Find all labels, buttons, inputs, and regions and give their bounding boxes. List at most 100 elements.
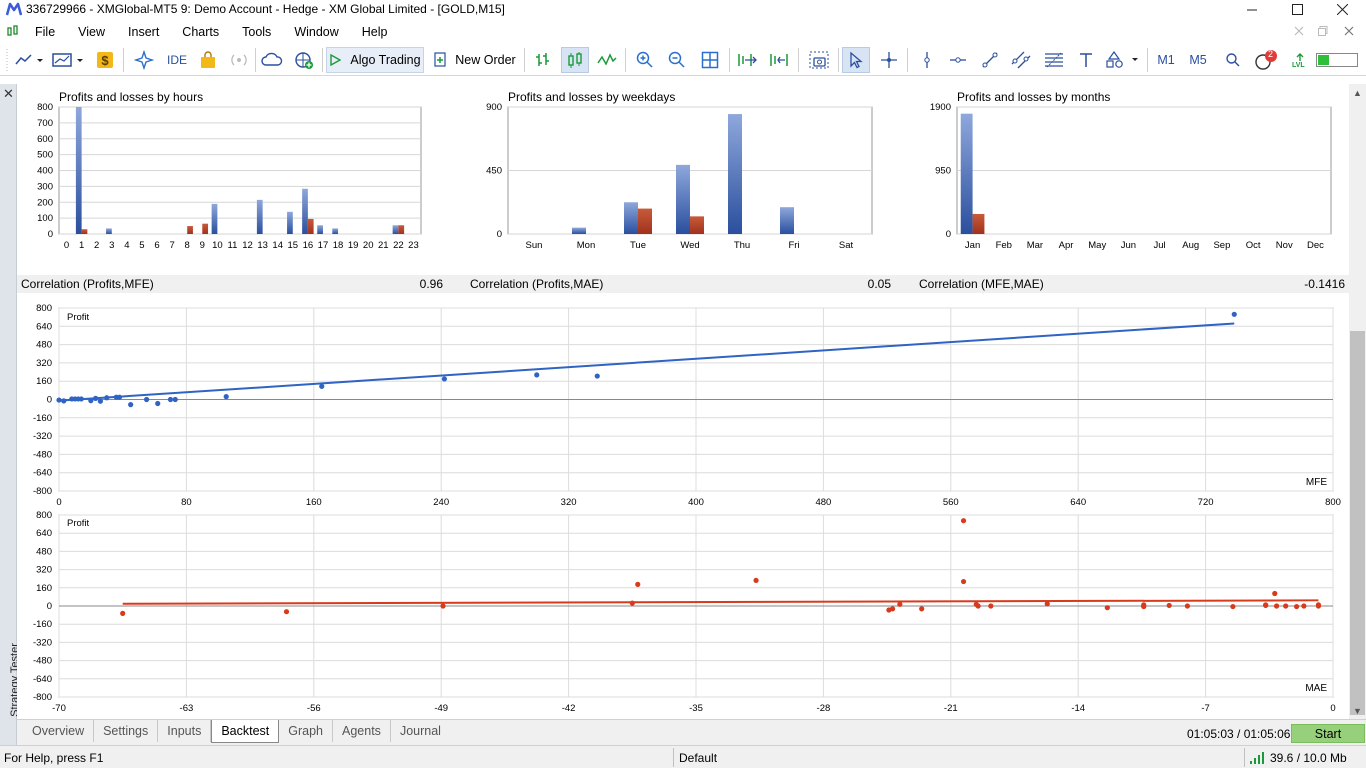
mae-ytick-label: -480 xyxy=(33,656,52,667)
months-xtick-label: Jul xyxy=(1154,240,1166,251)
line-chart-button[interactable] xyxy=(594,47,620,73)
menu-view[interactable]: View xyxy=(69,19,114,43)
text-button[interactable] xyxy=(1073,47,1099,73)
weekdays-loss-bar xyxy=(638,208,652,234)
tab-settings[interactable]: Settings xyxy=(94,720,159,742)
status-separator xyxy=(673,748,674,767)
fibonacci-button[interactable] xyxy=(1041,47,1067,73)
vertical-line-button[interactable] xyxy=(914,47,940,73)
tab-journal[interactable]: Journal xyxy=(391,720,450,742)
candlestick-button[interactable] xyxy=(561,47,589,73)
vps-button[interactable] xyxy=(259,47,285,73)
chart-type-button[interactable] xyxy=(12,47,46,73)
tile-windows-button[interactable] xyxy=(697,47,723,73)
hours-profit-bar xyxy=(75,107,82,234)
market-button[interactable]: $ xyxy=(92,47,118,73)
screenshot-button[interactable] xyxy=(806,47,832,73)
hours-ytick-label: 300 xyxy=(37,181,53,192)
months-xtick-label: Jan xyxy=(965,240,980,251)
mae-point xyxy=(283,609,290,615)
signals-button[interactable] xyxy=(130,47,158,73)
tab-inputs[interactable]: Inputs xyxy=(158,720,212,742)
tab-backtest[interactable]: Backtest xyxy=(211,720,280,743)
scroll-down-icon[interactable]: ▼ xyxy=(1349,702,1366,719)
chart-window-icon xyxy=(7,25,18,36)
menu-window[interactable]: Window xyxy=(285,19,347,43)
tab-overview[interactable]: Overview xyxy=(23,720,95,742)
corr-profit-mfe-label: Correlation (Profits,MFE) xyxy=(21,277,154,291)
vertical-scrollbar[interactable]: ▲ ▼ xyxy=(1349,84,1366,719)
sparkle-icon xyxy=(134,50,154,70)
web-button[interactable] xyxy=(290,47,318,73)
corr-mfe-mae-label: Correlation (MFE,MAE) xyxy=(919,277,1044,291)
scroll-thumb[interactable] xyxy=(1350,331,1365,715)
close-chart-icon[interactable] xyxy=(1344,26,1354,36)
maximize-button[interactable] xyxy=(1275,0,1320,19)
menu-insert[interactable]: Insert xyxy=(119,19,168,43)
menu-charts[interactable]: Charts xyxy=(173,19,228,43)
broadcast-button[interactable] xyxy=(226,47,252,73)
elapsed-time: 01:05:03 / 01:05:06 xyxy=(1187,727,1291,741)
connection-meter xyxy=(1315,47,1359,73)
menu-file[interactable]: File xyxy=(26,19,64,43)
connection-bar-icon xyxy=(1316,53,1358,67)
menu-tools[interactable]: Tools xyxy=(233,19,280,43)
mae-ytick-label: 480 xyxy=(36,546,52,557)
mfe-point xyxy=(128,402,134,408)
mae-point xyxy=(440,603,446,609)
bar-chart-button[interactable] xyxy=(530,47,556,73)
chart-shift-button[interactable] xyxy=(766,47,792,73)
algo-trading-button[interactable]: Algo Trading xyxy=(326,47,424,73)
menu-help[interactable]: Help xyxy=(353,19,397,43)
templates-button[interactable] xyxy=(50,47,86,73)
bars-icon xyxy=(536,53,549,66)
hours-xtick-label: 8 xyxy=(185,240,190,251)
close-tester-icon[interactable]: ✕ xyxy=(3,86,14,102)
zoom-in-button[interactable] xyxy=(632,47,658,73)
shopping-bag-button[interactable] xyxy=(196,47,220,73)
start-button[interactable]: Start xyxy=(1291,724,1365,743)
months-xtick-label: Nov xyxy=(1276,240,1293,251)
shapes-button[interactable] xyxy=(1104,47,1142,73)
timeframe-m1-button[interactable]: M1 xyxy=(1152,47,1180,73)
new-order-label: New Order xyxy=(455,53,516,67)
trendline-button[interactable] xyxy=(977,47,1003,73)
tab-agents[interactable]: Agents xyxy=(333,720,391,742)
notification-badge: 2 xyxy=(1268,49,1274,59)
mae-point xyxy=(1263,602,1269,609)
equidistant-channel-button[interactable] xyxy=(1008,47,1034,73)
search-icon xyxy=(1226,53,1240,67)
mae-point xyxy=(120,610,126,616)
auto-scroll-button[interactable] xyxy=(734,47,760,73)
play-icon xyxy=(330,54,342,66)
hours-loss-bar xyxy=(307,218,314,234)
hours-xtick-label: 2 xyxy=(94,240,99,251)
mae-xtick-label: -70 xyxy=(52,703,66,714)
hours-xtick-label: 17 xyxy=(318,240,329,251)
mfe-xtick-label: 480 xyxy=(815,497,831,508)
restore-chart-icon[interactable] xyxy=(1294,26,1304,36)
timeframe-m5-button[interactable]: M5 xyxy=(1184,47,1212,73)
minimize-button[interactable] xyxy=(1230,0,1275,19)
tab-graph[interactable]: Graph xyxy=(279,720,334,742)
close-window-button[interactable] xyxy=(1320,0,1365,19)
search-button[interactable] xyxy=(1220,47,1246,73)
mae-ytick-label: 0 xyxy=(47,601,52,612)
zoom-out-button[interactable] xyxy=(664,47,690,73)
cursor-arrow-icon xyxy=(850,51,863,69)
cursor-button[interactable] xyxy=(842,47,870,73)
status-bar: For Help, press F1 Default 39.6 / 10.0 M… xyxy=(0,745,1366,768)
signal-level-button[interactable]: LVL xyxy=(1289,47,1311,73)
weekdays-xtick-label: Wed xyxy=(680,240,699,251)
level-label: LVL xyxy=(1292,62,1305,69)
new-order-button[interactable]: New Order xyxy=(430,47,520,73)
ide-button[interactable]: IDE xyxy=(160,47,194,73)
notifications-button[interactable]: 2 xyxy=(1252,47,1280,73)
hours-xtick-label: 18 xyxy=(333,240,344,251)
crosshair-button[interactable] xyxy=(876,47,902,73)
horizontal-line-button[interactable] xyxy=(945,47,971,73)
weekdays-chart-title: Profits and losses by weekdays xyxy=(508,90,675,104)
restore-chart-window-icon[interactable] xyxy=(1318,26,1328,36)
mfe-ytick-label: 320 xyxy=(36,358,52,369)
scroll-up-icon[interactable]: ▲ xyxy=(1349,84,1366,101)
